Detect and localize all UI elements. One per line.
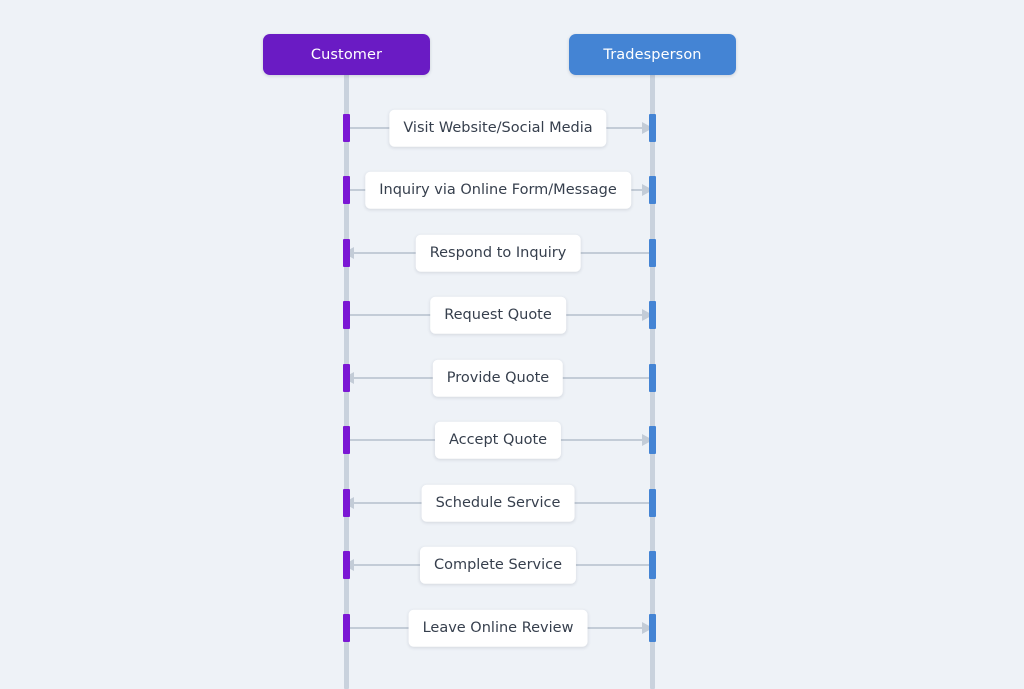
message-label[interactable]: Respond to Inquiry xyxy=(415,234,581,272)
sequence-diagram-canvas: Customer Tradesperson Visit Website/Soci… xyxy=(0,0,1024,689)
activation-bar-tradesperson xyxy=(649,239,656,267)
activation-bar-customer xyxy=(343,551,350,579)
activation-bar-tradesperson xyxy=(649,114,656,142)
message-row: Respond to Inquiry xyxy=(343,234,652,272)
message-label[interactable]: Visit Website/Social Media xyxy=(389,109,607,147)
activation-bar-tradesperson xyxy=(649,301,656,329)
participant-tradesperson[interactable]: Tradesperson xyxy=(569,34,736,75)
message-label[interactable]: Request Quote xyxy=(430,296,566,334)
message-row: Visit Website/Social Media xyxy=(344,109,653,147)
activation-bar-customer xyxy=(343,114,350,142)
participant-tradesperson-label: Tradesperson xyxy=(603,46,702,63)
participant-customer-label: Customer xyxy=(310,46,383,63)
activation-bar-customer xyxy=(343,364,350,392)
message-label[interactable]: Schedule Service xyxy=(421,484,575,522)
activation-bar-tradesperson xyxy=(649,551,656,579)
message-row: Complete Service xyxy=(343,546,652,584)
message-label[interactable]: Inquiry via Online Form/Message xyxy=(365,171,631,209)
participant-customer[interactable]: Customer xyxy=(263,34,430,75)
activation-bar-customer xyxy=(343,426,350,454)
activation-bar-customer xyxy=(343,239,350,267)
activation-bar-tradesperson xyxy=(649,364,656,392)
message-row: Accept Quote xyxy=(344,421,653,459)
activation-bar-customer xyxy=(343,489,350,517)
activation-bar-customer xyxy=(343,176,350,204)
message-label[interactable]: Accept Quote xyxy=(434,421,562,459)
activation-bar-tradesperson xyxy=(649,176,656,204)
activation-bar-customer xyxy=(343,614,350,642)
activation-bar-tradesperson xyxy=(649,426,656,454)
message-label[interactable]: Leave Online Review xyxy=(408,609,588,647)
message-row: Inquiry via Online Form/Message xyxy=(344,171,653,209)
message-row: Schedule Service xyxy=(343,484,652,522)
activation-bar-tradesperson xyxy=(649,489,656,517)
message-label[interactable]: Provide Quote xyxy=(432,359,564,397)
message-row: Request Quote xyxy=(344,296,653,334)
message-label[interactable]: Complete Service xyxy=(419,546,577,584)
activation-bar-customer xyxy=(343,301,350,329)
message-row: Leave Online Review xyxy=(344,609,653,647)
activation-bar-tradesperson xyxy=(649,614,656,642)
message-row: Provide Quote xyxy=(343,359,652,397)
